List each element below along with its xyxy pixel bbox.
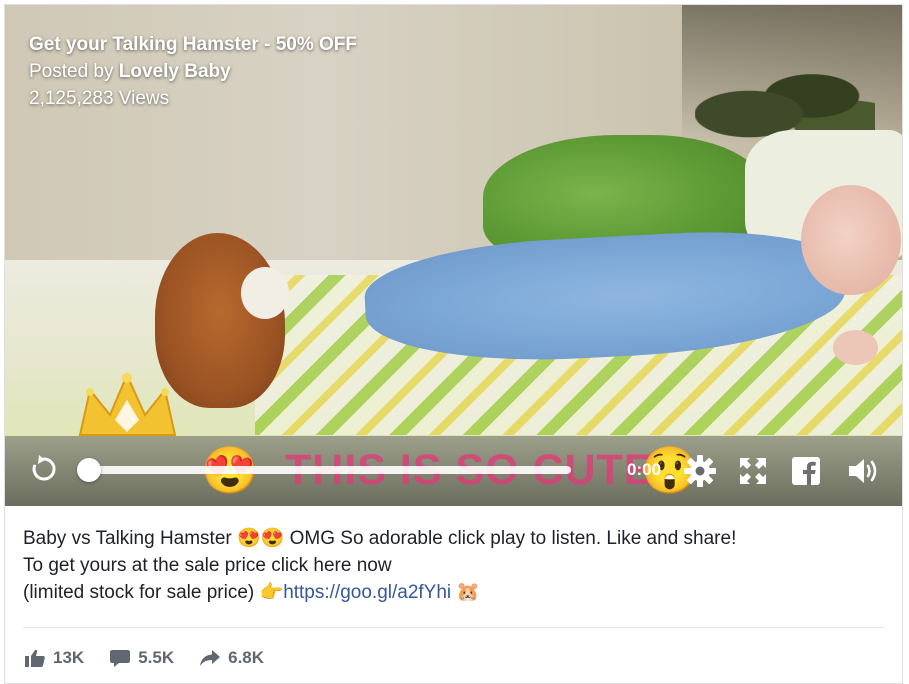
post-line-1-text: Baby vs Talking Hamster (23, 528, 238, 549)
video-time: 0:00 (627, 460, 662, 479)
shares-stat[interactable]: 6.8K (200, 648, 264, 668)
scene-hamster-face (241, 267, 289, 319)
scene-baby-head (801, 185, 901, 295)
comments-count: 5.5K (138, 648, 175, 667)
video-views: 2,125,283 Views (29, 88, 170, 109)
post-link[interactable]: https://goo.gl/a2fYhi (283, 582, 451, 603)
pointing-finger-emoji: 👉 (259, 582, 284, 603)
shares-count: 6.8K (228, 648, 265, 667)
progress-track[interactable] (91, 466, 571, 474)
post-card: Get your Talking Hamster - 50% OFF Poste… (4, 4, 903, 684)
comments-stat[interactable]: 5.5K (110, 648, 174, 668)
video-info: Get your Talking Hamster - 50% OFF Poste… (29, 31, 357, 112)
video-posted-by: Posted by Lovely Baby (29, 58, 357, 85)
engagement-stats: 13K 5.5K 6.8K (25, 645, 290, 671)
post-line-3: (limited stock for sale price) 👉https://… (23, 579, 883, 606)
video-title: Get your Talking Hamster - 50% OFF (29, 34, 358, 55)
replay-icon[interactable] (29, 454, 59, 484)
progress-knob[interactable] (77, 458, 101, 482)
posted-by-prefix: Posted by (29, 61, 119, 82)
post-line-3-text: (limited stock for sale price) (23, 582, 260, 603)
divider (23, 627, 884, 628)
post-line-1-rest: OMG So adorable click play to listen. Li… (284, 528, 737, 549)
fullscreen-icon[interactable] (740, 458, 766, 484)
scene-baby-hand (833, 330, 878, 365)
settings-gear-icon[interactable] (683, 454, 717, 488)
likes-stat[interactable]: 13K (25, 648, 84, 668)
likes-count: 13K (53, 648, 85, 667)
comment-icon (110, 650, 131, 667)
video-control-bar: 😍 THIS IS SO CUTE 😲 0:00 (5, 436, 902, 506)
share-icon (200, 650, 221, 666)
hamster-emoji: 🐹 (456, 582, 481, 603)
volume-icon[interactable] (847, 455, 881, 487)
post-line-2: To get yours at the sale price click her… (23, 555, 392, 576)
post-line-1: Baby vs Talking Hamster 😍😍 OMG So adorab… (23, 525, 883, 552)
posted-by-name[interactable]: Lovely Baby (119, 61, 231, 82)
heart-eyes-emoji: 😍😍 (237, 528, 285, 549)
facebook-icon[interactable] (792, 457, 820, 485)
post-description: Baby vs Talking Hamster 😍😍 OMG So adorab… (23, 525, 883, 606)
video-player[interactable]: Get your Talking Hamster - 50% OFF Poste… (5, 5, 902, 506)
crown-icon (78, 372, 177, 436)
like-icon (25, 649, 45, 667)
